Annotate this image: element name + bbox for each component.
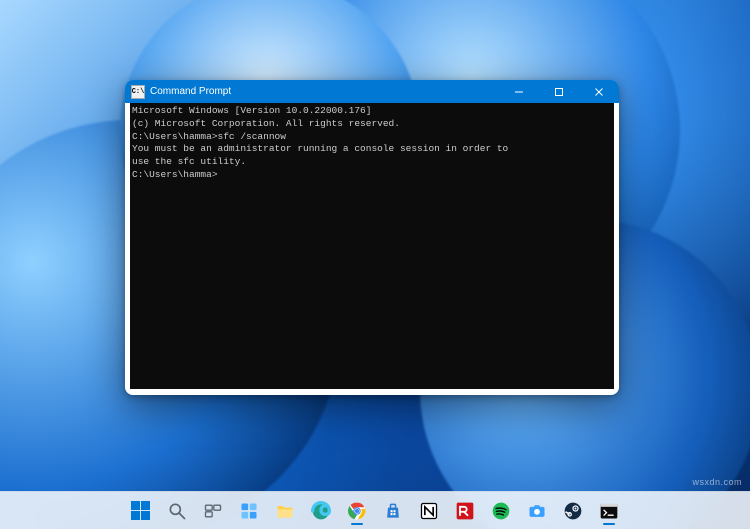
chrome-icon (347, 501, 367, 521)
maximize-button[interactable] (539, 80, 579, 103)
close-icon (594, 87, 604, 97)
watermark-text: wsxdn.com (692, 477, 742, 487)
terminal-line: (c) Microsoft Corporation. All rights re… (132, 118, 612, 131)
minimize-button[interactable] (499, 80, 539, 103)
steam-icon (563, 501, 583, 521)
taskbar-radeon-button[interactable] (449, 495, 481, 527)
command-prompt-window[interactable]: C:\ Command Prompt Microsoft Windows [Ve… (125, 80, 619, 395)
taskbar-spotify-button[interactable] (485, 495, 517, 527)
notion-icon (419, 501, 439, 521)
taskbar-store-button[interactable] (377, 495, 409, 527)
taskbar-command-prompt-button[interactable] (593, 495, 625, 527)
terminal-line: You must be an administrator running a c… (132, 143, 612, 156)
terminal-line: C:\Users\hamma> (132, 169, 612, 182)
spotify-icon (491, 501, 511, 521)
camera-icon (527, 501, 547, 521)
widgets-icon (239, 501, 259, 521)
taskbar-taskview-button[interactable] (197, 495, 229, 527)
terminal-line: C:\Users\hamma>sfc /scannow (132, 131, 612, 144)
maximize-icon (554, 87, 564, 97)
search-icon (167, 501, 187, 521)
taskbar-steam-button[interactable] (557, 495, 589, 527)
file-explorer-icon (275, 501, 295, 521)
command-prompt-icon: C:\ (131, 85, 145, 99)
taskbar (0, 491, 750, 529)
taskbar-file-explorer-button[interactable] (269, 495, 301, 527)
store-icon (383, 501, 403, 521)
desktop-wallpaper: C:\ Command Prompt Microsoft Windows [Ve… (0, 0, 750, 529)
taskbar-start-button[interactable] (125, 495, 157, 527)
taskbar-edge-button[interactable] (305, 495, 337, 527)
task-view-icon (203, 501, 223, 521)
taskbar-chrome-button[interactable] (341, 495, 373, 527)
taskbar-widgets-button[interactable] (233, 495, 265, 527)
windows-logo-icon (131, 501, 151, 521)
close-button[interactable] (579, 80, 619, 103)
terminal-line: use the sfc utility. (132, 156, 612, 169)
terminal-output[interactable]: Microsoft Windows [Version 10.0.22000.17… (130, 103, 614, 389)
titlebar[interactable]: C:\ Command Prompt (125, 80, 619, 103)
edge-icon (311, 501, 331, 521)
taskbar-notion-button[interactable] (413, 495, 445, 527)
taskbar-search-button[interactable] (161, 495, 193, 527)
taskbar-camera-button[interactable] (521, 495, 553, 527)
minimize-icon (514, 87, 524, 97)
radeon-icon (455, 501, 475, 521)
terminal-line: Microsoft Windows [Version 10.0.22000.17… (132, 105, 612, 118)
window-title: Command Prompt (150, 86, 231, 97)
command-prompt-icon (599, 501, 619, 521)
